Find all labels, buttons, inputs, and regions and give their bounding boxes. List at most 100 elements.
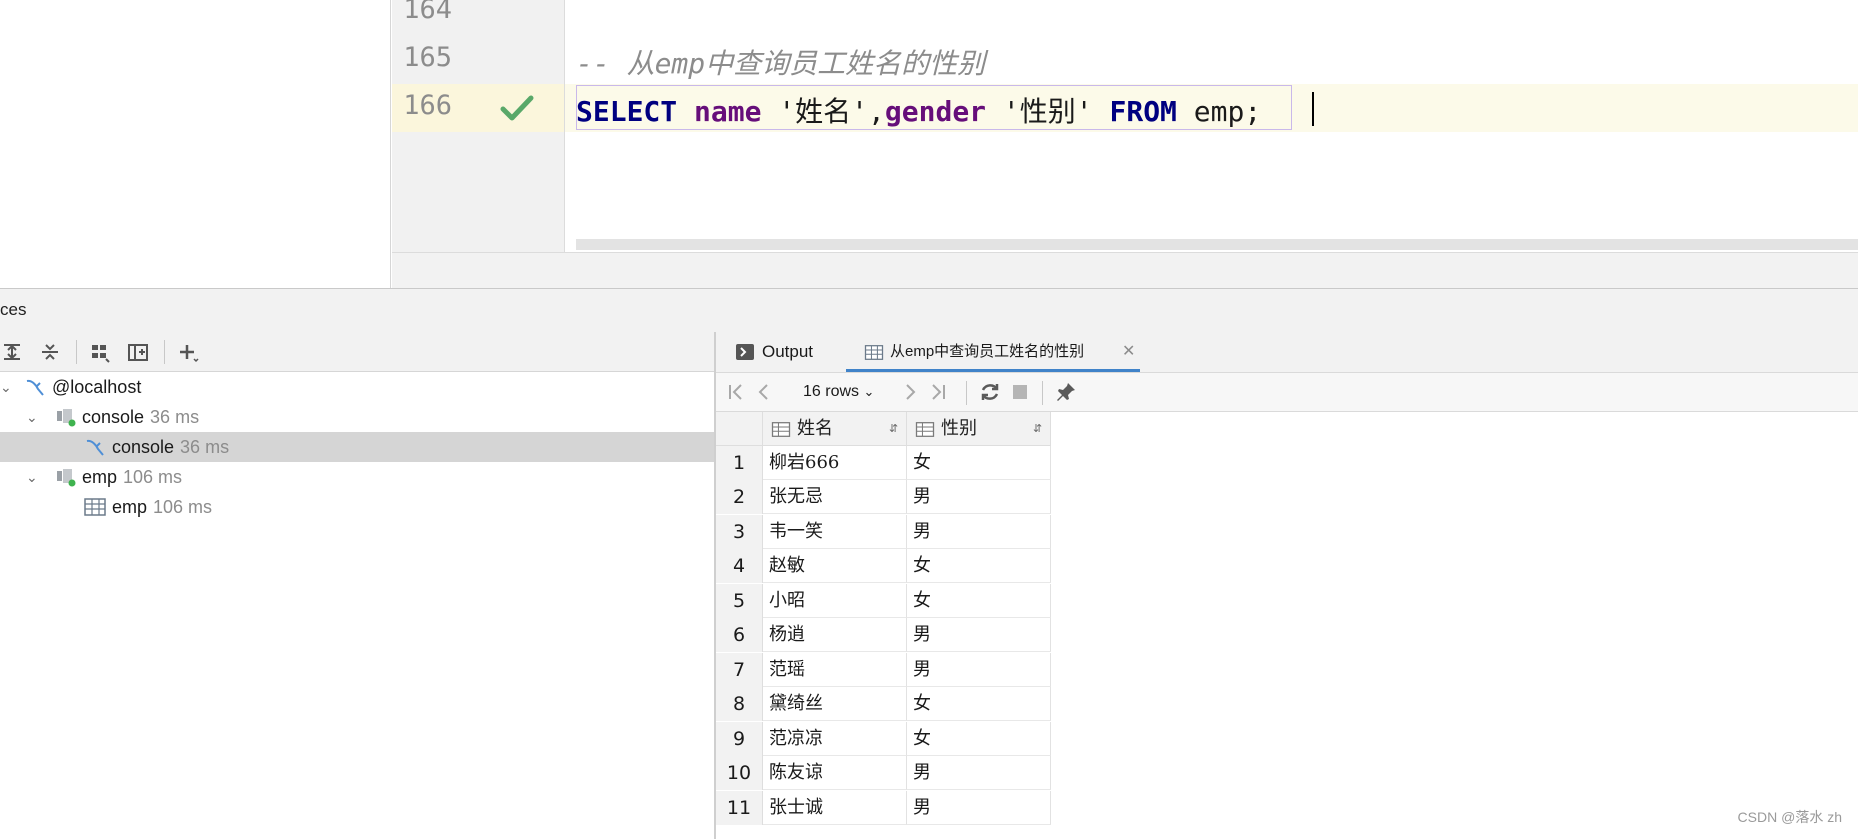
cell-name[interactable]: 陈友谅 <box>763 756 907 790</box>
row-number: 6 <box>716 618 763 652</box>
alias-string: '姓名' <box>778 95 869 128</box>
tree-item-label: @localhost <box>52 377 142 397</box>
results-tab-bar: Output 从emp中查询员工姓名的性别 ✕ <box>716 332 1858 372</box>
duration-meta: 36 ms <box>180 437 230 457</box>
duration-meta: 106 ms <box>153 497 213 517</box>
stop-icon[interactable] <box>1008 380 1032 404</box>
chevron-down-icon[interactable]: ⌄ <box>0 372 12 402</box>
text-caret <box>1312 92 1314 126</box>
close-icon[interactable]: ✕ <box>1122 332 1135 372</box>
cell-gender[interactable]: 男 <box>907 653 1051 687</box>
tab-result[interactable]: 从emp中查询员工姓名的性别 ✕ <box>846 332 1140 372</box>
session-icon <box>57 409 76 427</box>
new-layout-icon[interactable] <box>126 340 150 364</box>
line-number: 166 <box>403 90 452 121</box>
table-icon <box>84 498 106 516</box>
cell-gender[interactable]: 男 <box>907 515 1051 549</box>
checkmark-icon[interactable] <box>500 94 534 122</box>
tree-item-label: console 36 ms <box>112 437 230 457</box>
expand-all-icon[interactable] <box>0 340 24 364</box>
semicolon: ; <box>1244 95 1262 128</box>
tree-item-console-group[interactable]: ⌄ console 36 ms <box>0 402 714 432</box>
tree-item-localhost[interactable]: ⌄ @localhost <box>0 372 714 402</box>
tree-item-label: console 36 ms <box>82 407 200 427</box>
mysql-icon <box>86 439 104 456</box>
column-icon <box>915 422 935 437</box>
cell-name[interactable]: 韦一笑 <box>763 515 907 549</box>
left-blank-area <box>0 0 391 288</box>
line-number: 164 <box>403 0 452 25</box>
sort-icon[interactable]: ⇵ <box>889 412 898 446</box>
keyword-select: SELECT <box>576 95 678 128</box>
cell-name[interactable]: 范瑶 <box>763 653 907 687</box>
chevron-down-icon: ⌄ <box>863 384 875 399</box>
row-number: 10 <box>716 756 763 790</box>
cell-name[interactable]: 柳岩666 <box>763 446 907 480</box>
cell-gender[interactable]: 女 <box>907 584 1051 618</box>
horizontal-scrollbar[interactable] <box>576 239 1858 250</box>
line-number: 165 <box>403 42 452 73</box>
tab-output[interactable]: Output <box>736 332 836 372</box>
sql-comment-line[interactable]: -- 从emp中查询员工姓名的性别 <box>576 42 985 82</box>
tree-item-emp[interactable]: emp 106 ms <box>0 492 714 522</box>
group-by-icon[interactable] <box>88 340 112 364</box>
toolbar-separator <box>164 340 165 364</box>
toolbar-separator <box>76 340 77 364</box>
cell-gender[interactable]: 女 <box>907 722 1051 756</box>
table-name: emp <box>1193 95 1245 128</box>
cell-gender[interactable]: 女 <box>907 687 1051 721</box>
watermark: CSDN @落水 zh <box>1737 809 1842 825</box>
column-header-gender[interactable]: 性别 ⇵ <box>907 412 1051 446</box>
last-page-icon[interactable] <box>926 380 950 404</box>
chevron-down-icon[interactable]: ⌄ <box>26 402 38 432</box>
result-toolbar <box>716 372 1858 412</box>
cell-gender[interactable]: 男 <box>907 756 1051 790</box>
sql-statement-line[interactable]: SELECT name '姓名',gender '性别' FROM emp; <box>576 90 1261 130</box>
tree-item-emp-group[interactable]: ⌄ emp 106 ms <box>0 462 714 492</box>
chevron-down-icon[interactable]: ⌄ <box>26 462 38 492</box>
cell-gender[interactable]: 女 <box>907 446 1051 480</box>
row-number-header <box>716 412 763 446</box>
cell-name[interactable]: 杨逍 <box>763 618 907 652</box>
services-header <box>0 288 1858 332</box>
row-number: 4 <box>716 549 763 583</box>
cell-name[interactable]: 张无忌 <box>763 480 907 514</box>
tree-item-label: emp 106 ms <box>112 497 213 517</box>
previous-page-icon[interactable] <box>752 380 776 404</box>
comma: , <box>868 95 885 128</box>
cell-gender[interactable]: 男 <box>907 480 1051 514</box>
cell-name[interactable]: 张士诚 <box>763 791 907 825</box>
cell-name[interactable]: 赵敏 <box>763 549 907 583</box>
row-number: 1 <box>716 446 763 480</box>
first-page-icon[interactable] <box>724 380 748 404</box>
cell-name[interactable]: 黛绮丝 <box>763 687 907 721</box>
column-name: name <box>694 95 762 128</box>
add-icon[interactable] <box>176 340 200 364</box>
gutter-separator <box>564 0 565 252</box>
pin-icon[interactable] <box>1054 380 1078 404</box>
row-number: 11 <box>716 791 763 825</box>
tree-item-console[interactable]: console 36 ms <box>0 432 714 462</box>
column-header-name[interactable]: 姓名 ⇵ <box>763 412 907 446</box>
sort-icon[interactable]: ⇵ <box>1033 412 1042 446</box>
tab-label: 从emp中查询员工姓名的性别 <box>890 343 1085 360</box>
session-icon <box>57 469 76 487</box>
cell-gender[interactable]: 男 <box>907 618 1051 652</box>
column-icon <box>771 422 791 437</box>
next-page-icon[interactable] <box>898 380 922 404</box>
cell-name[interactable]: 范凉凉 <box>763 722 907 756</box>
collapse-all-icon[interactable] <box>38 340 62 364</box>
cell-gender[interactable]: 男 <box>907 791 1051 825</box>
tree-item-label: emp 106 ms <box>82 467 183 487</box>
mysql-icon <box>26 379 44 396</box>
tab-label: Output <box>762 342 814 361</box>
rows-count-dropdown[interactable]: 16 rows ⌄ <box>803 372 874 412</box>
cell-name[interactable]: 小昭 <box>763 584 907 618</box>
keyword-from: FROM <box>1109 95 1177 128</box>
alias-string: '性别' <box>1002 95 1093 128</box>
services-title: ces <box>0 300 27 319</box>
refresh-icon[interactable] <box>978 380 1002 404</box>
table-icon <box>864 345 884 360</box>
toolbar-separator <box>1042 381 1043 405</box>
cell-gender[interactable]: 女 <box>907 549 1051 583</box>
